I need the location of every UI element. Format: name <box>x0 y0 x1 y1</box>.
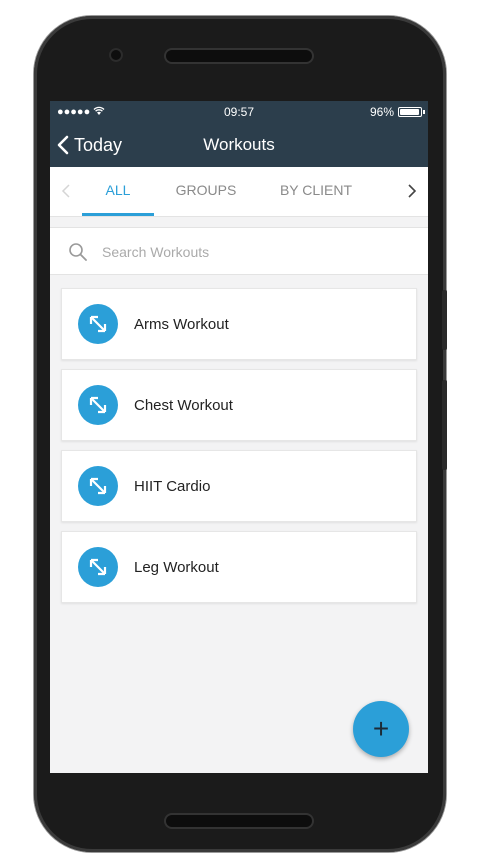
chevron-left-icon[interactable] <box>60 181 72 201</box>
battery-icon <box>398 107 425 117</box>
phone-side-button <box>442 290 447 350</box>
expand-arrows-icon <box>78 547 118 587</box>
top-speaker <box>166 50 312 62</box>
tab-groups[interactable]: GROUPS <box>168 167 244 217</box>
search-icon <box>69 243 87 261</box>
workout-item-arms[interactable]: Arms Workout <box>61 288 417 360</box>
workout-label: HIIT Cardio <box>134 477 211 495</box>
workout-item-leg[interactable]: Leg Workout <box>61 531 417 603</box>
workout-label: Arms Workout <box>134 315 229 333</box>
active-tab-indicator <box>82 213 154 216</box>
chevron-right-icon[interactable] <box>406 181 418 201</box>
workout-item-hiit[interactable]: HIIT Cardio <box>61 450 417 522</box>
bottom-speaker <box>166 815 312 827</box>
workout-label: Leg Workout <box>134 558 219 576</box>
navigation-bar: Today Workouts <box>50 123 428 167</box>
back-button[interactable]: Today <box>56 123 122 167</box>
status-bar: ●●●●● 09:57 96% <box>50 101 428 123</box>
workout-label: Chest Workout <box>134 396 233 414</box>
workout-item-chest[interactable]: Chest Workout <box>61 369 417 441</box>
battery-level <box>400 109 420 115</box>
search-input[interactable] <box>102 238 402 266</box>
search-bar <box>50 227 428 275</box>
chevron-left-icon <box>57 135 69 155</box>
tab-bar: ALL GROUPS BY CLIENT <box>50 167 428 217</box>
battery-percent: 96% <box>369 105 394 119</box>
tab-by-client[interactable]: BY CLIENT <box>272 167 360 217</box>
expand-arrows-icon <box>78 466 118 506</box>
phone-volume-button <box>442 380 447 470</box>
tab-all[interactable]: ALL <box>82 167 154 217</box>
expand-arrows-icon <box>78 304 118 344</box>
expand-arrows-icon <box>78 385 118 425</box>
back-label: Today <box>74 134 123 155</box>
app-screen: ●●●●● 09:57 96% Today Workouts ALL GROUP… <box>50 101 428 773</box>
front-camera <box>109 48 123 62</box>
add-workout-button[interactable]: + <box>353 701 409 757</box>
